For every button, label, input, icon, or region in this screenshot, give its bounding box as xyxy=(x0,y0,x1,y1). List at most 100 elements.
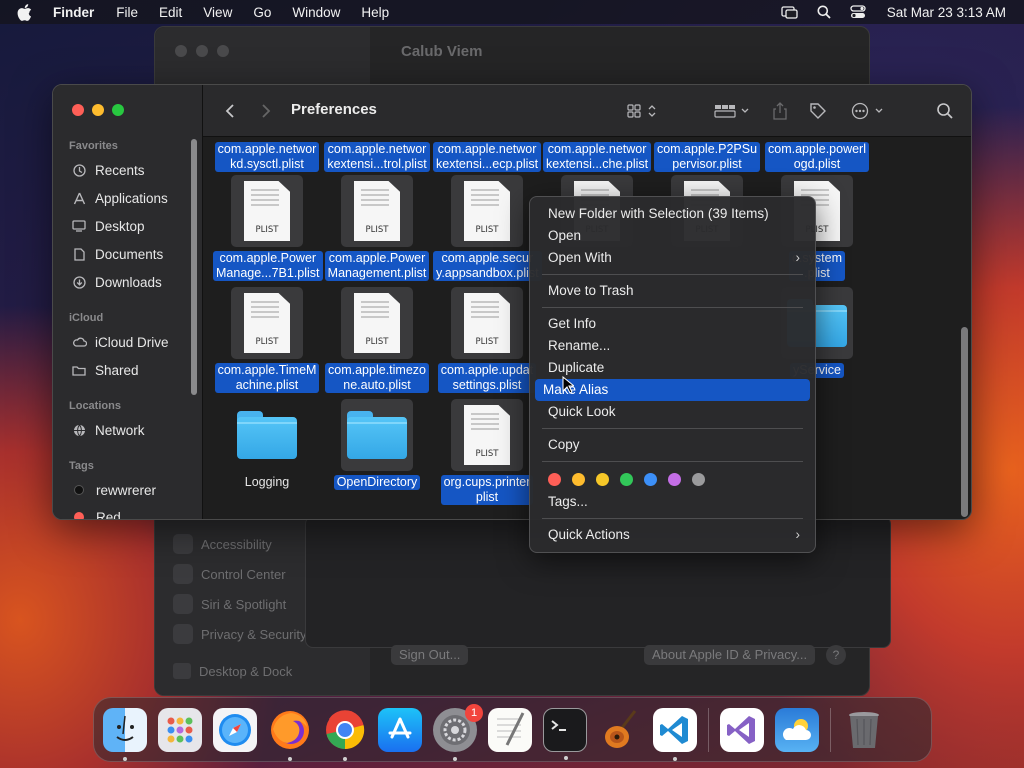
sidebar-tag-red[interactable]: Red xyxy=(71,507,121,520)
tag-orange-dot[interactable] xyxy=(572,472,585,486)
file-item[interactable]: com.apple.P2PSu pervisor.plist xyxy=(653,138,761,172)
menu-item-tags[interactable]: Tags... xyxy=(535,491,810,513)
sidebar-item-network[interactable]: Network xyxy=(71,420,145,440)
content-scrollbar[interactable] xyxy=(961,327,968,517)
minimize-button[interactable] xyxy=(92,104,104,116)
tag-green-dot[interactable] xyxy=(620,472,633,486)
launchpad-icon[interactable] xyxy=(158,707,202,752)
menu-item-label: Open With xyxy=(548,250,612,265)
back-button[interactable] xyxy=(225,99,235,123)
finder-icon[interactable] xyxy=(103,707,147,761)
menu-item-new-folder-with-selection[interactable]: New Folder with Selection (39 Items) xyxy=(535,203,810,225)
accessibility-icon xyxy=(173,534,193,554)
menu-file[interactable]: File xyxy=(116,5,138,20)
garageband-icon[interactable] xyxy=(598,708,642,752)
share-icon[interactable] xyxy=(773,99,787,123)
menu-help[interactable]: Help xyxy=(361,5,389,20)
file-item[interactable]: PLIST com.apple.TimeM achine.plist xyxy=(213,287,321,393)
close-button[interactable] xyxy=(72,104,84,116)
sidebar-item-desktop[interactable]: Desktop xyxy=(71,216,145,236)
sidebar-item-icloud-drive[interactable]: iCloud Drive xyxy=(71,332,169,352)
spotlight-search-icon[interactable] xyxy=(815,4,833,20)
chevron-right-icon: › xyxy=(795,527,801,542)
file-item[interactable]: com.apple.networ kextensi...trol.plist xyxy=(323,138,431,172)
file-item[interactable]: PLIST com.apple.Power Manage...7B1.plist xyxy=(213,175,323,281)
sign-out-button[interactable]: Sign Out... xyxy=(391,645,469,665)
file-item[interactable]: Logging xyxy=(213,399,321,490)
menu-edit[interactable]: Edit xyxy=(159,5,182,20)
menu-app-name[interactable]: Finder xyxy=(53,5,94,20)
menu-item-make-alias[interactable]: Make Alias xyxy=(535,379,810,401)
forward-button[interactable] xyxy=(261,99,271,123)
menu-clock[interactable]: Sat Mar 23 3:13 AM xyxy=(887,5,1006,20)
sidebar-item-downloads[interactable]: Downloads xyxy=(71,272,162,292)
sidebar-item-recents[interactable]: Recents xyxy=(71,160,145,180)
vscode-icon[interactable] xyxy=(653,707,697,761)
menu-view[interactable]: View xyxy=(203,5,232,20)
bg-sidebar-siri[interactable]: Siri & Spotlight xyxy=(173,589,306,619)
control-center-icon[interactable] xyxy=(849,4,867,20)
menu-item-duplicate[interactable]: Duplicate xyxy=(535,357,810,379)
app-store-icon[interactable] xyxy=(378,707,422,752)
sidebar-item-label: Red xyxy=(96,509,121,520)
weather-icon[interactable] xyxy=(775,707,819,752)
system-settings-icon[interactable]: 1 xyxy=(433,703,483,761)
bg-sidebar-control-center[interactable]: Control Center xyxy=(173,559,306,589)
terminal-icon[interactable] xyxy=(543,707,587,760)
help-button[interactable]: ? xyxy=(826,645,846,665)
file-item[interactable]: OpenDirectory xyxy=(323,399,431,490)
search-icon[interactable] xyxy=(936,99,954,123)
bg-sidebar-accessibility[interactable]: Accessibility xyxy=(173,529,306,559)
file-item[interactable]: PLIST com.apple.updat settings.plist xyxy=(433,287,541,393)
menu-item-move-to-trash[interactable]: Move to Trash xyxy=(535,280,810,302)
file-item[interactable]: com.apple.networ kd.sysctl.plist xyxy=(213,138,321,172)
tag-icon[interactable] xyxy=(809,99,827,123)
tag-purple-dot[interactable] xyxy=(668,472,681,486)
sidebar-item-shared[interactable]: Shared xyxy=(71,360,139,380)
screen-mirroring-icon[interactable] xyxy=(781,4,799,20)
sidebar-scrollbar[interactable] xyxy=(191,139,197,395)
file-item[interactable]: com.apple.networ kextensi...ecp.plist xyxy=(433,138,542,172)
file-item[interactable]: PLIST com.apple.timezo ne.auto.plist xyxy=(323,287,431,393)
file-name: com.apple.networ kd.sysctl.plist xyxy=(214,142,320,172)
zoom-button[interactable] xyxy=(112,104,124,116)
about-apple-id-button[interactable]: About Apple ID & Privacy... xyxy=(644,645,816,665)
visual-studio-icon[interactable] xyxy=(720,707,764,752)
tag-gray-dot[interactable] xyxy=(692,472,705,486)
tag-red-dot[interactable] xyxy=(548,472,561,486)
group-by-icon[interactable] xyxy=(714,99,750,123)
more-actions-icon[interactable] xyxy=(851,99,887,123)
textedit-icon[interactable] xyxy=(488,707,532,752)
finder-window: Favorites Recents Applications Desktop D… xyxy=(52,84,972,520)
menu-item-open[interactable]: Open xyxy=(535,225,810,247)
file-item[interactable]: com.apple.networ kextensi...che.plist xyxy=(543,138,652,172)
view-mode-icon[interactable] xyxy=(627,99,659,123)
file-item[interactable]: PLIST com.apple.secur y.appsandbox.plist xyxy=(433,175,542,281)
apple-icon[interactable] xyxy=(17,3,39,21)
bg-sidebar-desktop-dock[interactable]: Desktop & Dock xyxy=(173,663,292,679)
file-item[interactable]: PLIST com.apple.Power Management.plist xyxy=(323,175,431,281)
tag-blue-dot[interactable] xyxy=(644,472,657,486)
sidebar-item-label: Documents xyxy=(95,246,164,262)
tag-yellow-dot[interactable] xyxy=(596,472,609,486)
sidebar-item-applications[interactable]: Applications xyxy=(71,188,168,208)
menu-item-open-with[interactable]: Open With › xyxy=(535,247,810,269)
trash-icon[interactable] xyxy=(842,708,886,752)
firefox-icon[interactable] xyxy=(268,708,312,761)
menu-window[interactable]: Window xyxy=(292,5,340,20)
safari-icon[interactable] xyxy=(213,707,257,752)
menu-item-quick-actions[interactable]: Quick Actions › xyxy=(535,524,810,546)
applications-icon xyxy=(71,192,87,205)
sidebar-tag-rewwrerer[interactable]: rewwrerer xyxy=(71,480,156,500)
bg-sidebar-privacy[interactable]: Privacy & Security xyxy=(173,619,306,649)
menu-go[interactable]: Go xyxy=(253,5,271,20)
file-item[interactable]: PLIST org.cups.printer plist xyxy=(433,399,541,505)
folder-icon xyxy=(231,399,303,471)
menu-item-get-info[interactable]: Get Info xyxy=(535,313,810,335)
file-item[interactable]: com.apple.powerl ogd.plist xyxy=(763,138,871,172)
menu-item-quick-look[interactable]: Quick Look xyxy=(535,401,810,423)
sidebar-item-documents[interactable]: Documents xyxy=(71,244,163,264)
menu-item-copy[interactable]: Copy xyxy=(535,434,810,456)
chrome-icon[interactable] xyxy=(323,708,367,761)
menu-item-rename[interactable]: Rename... xyxy=(535,335,810,357)
